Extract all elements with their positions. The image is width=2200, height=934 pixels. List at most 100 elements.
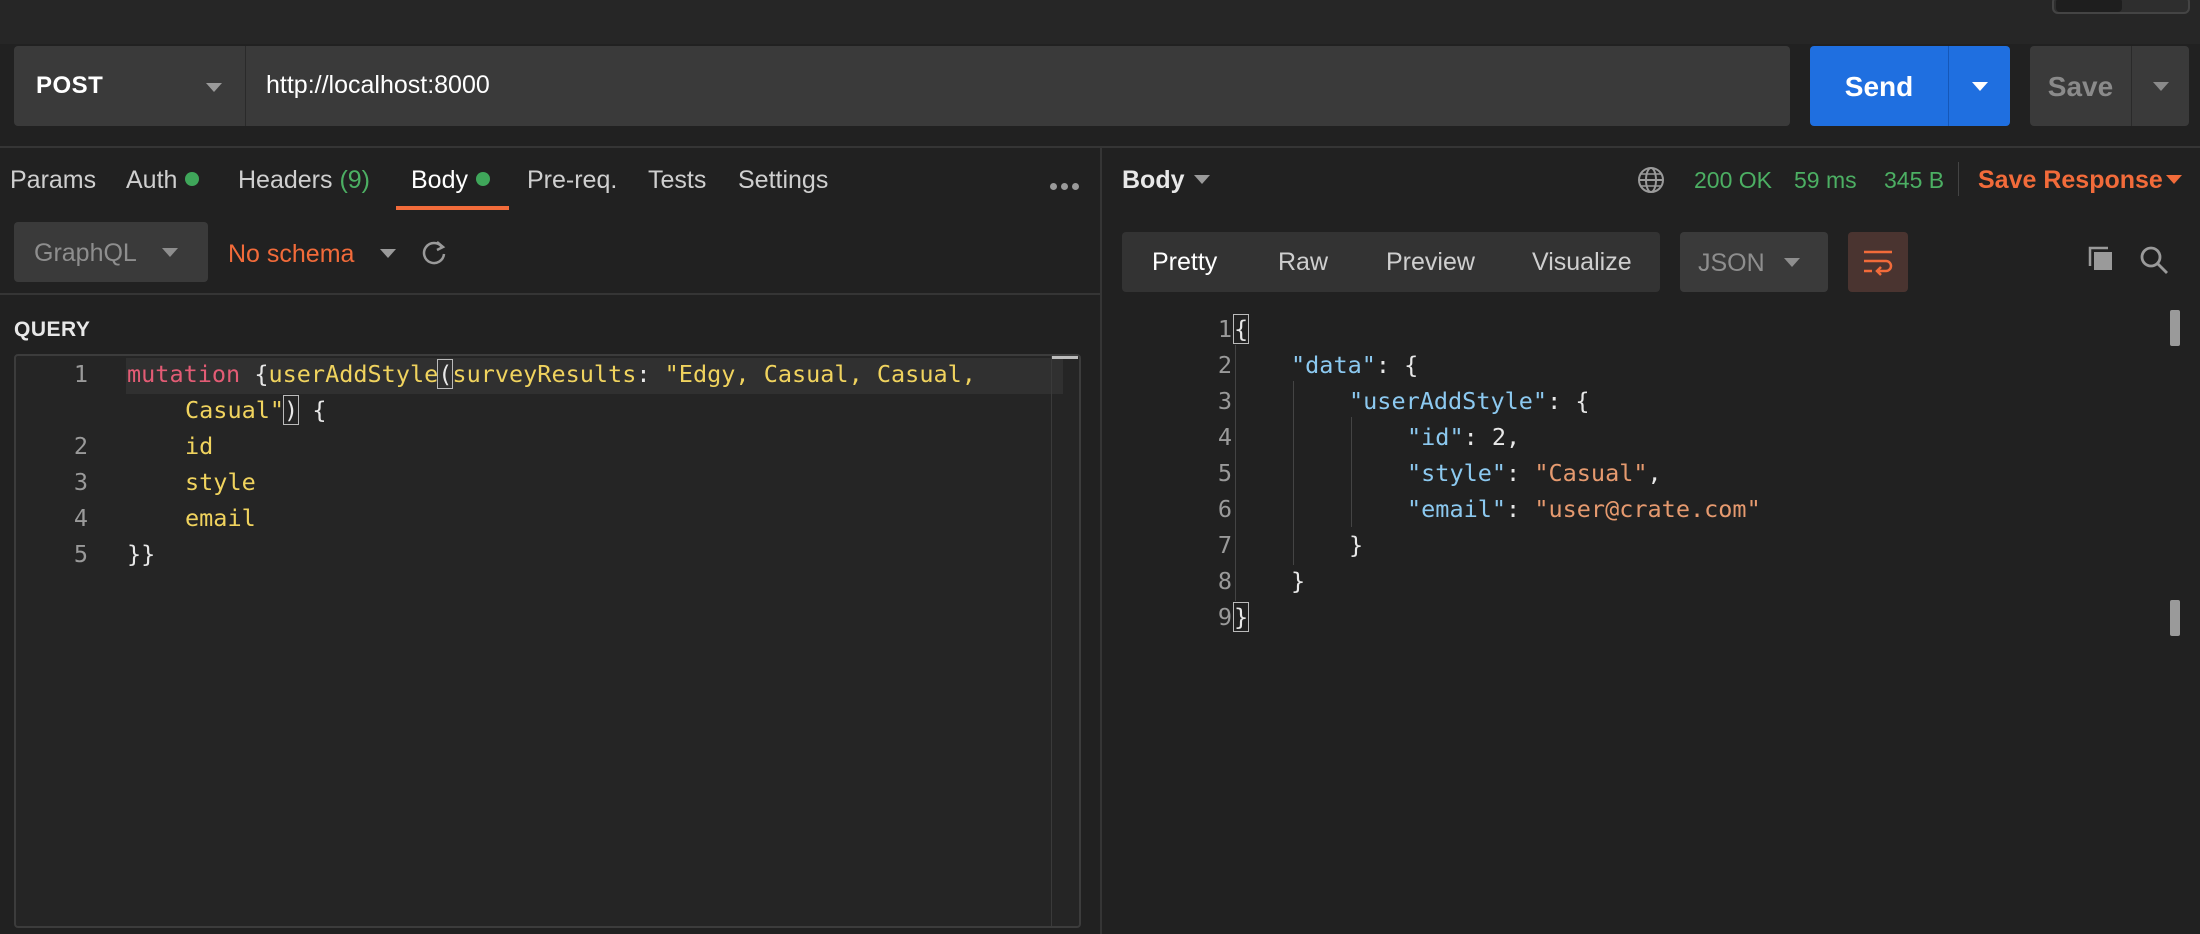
chevron-down-icon[interactable] — [1194, 175, 1210, 184]
wrap-lines-icon — [1864, 250, 1893, 276]
chevron-down-icon — [2153, 82, 2169, 91]
response-body-select[interactable]: Body — [1122, 166, 1185, 195]
field-name: id — [185, 432, 214, 460]
field-name: style — [185, 468, 256, 496]
code-line: "data": { — [1291, 351, 1419, 379]
body-mode-label: GraphQL — [34, 239, 137, 267]
status-code[interactable]: 200 OK — [1694, 167, 1772, 194]
method-select[interactable]: POST — [14, 46, 246, 126]
line-number: 2 — [73, 432, 88, 460]
json-key: "style" — [1407, 459, 1507, 487]
schema-select[interactable]: No schema — [228, 240, 354, 269]
query-label: QUERY — [14, 318, 91, 341]
tab-settings[interactable]: Settings — [738, 166, 828, 195]
arg-value: Casual" — [185, 396, 285, 424]
response-code: 1 { 2 "data": { 3 "userAddStyle": { 4 "i… — [1140, 311, 2140, 641]
chevron-down-icon — [1972, 82, 1988, 91]
line-number: 3 — [73, 468, 88, 496]
line-number: 5 — [73, 540, 88, 568]
line-number: 1 — [73, 360, 88, 388]
code-line: { — [1232, 314, 1250, 344]
closing-braces: }} — [127, 540, 156, 568]
tab-tests[interactable]: Tests — [648, 166, 706, 195]
status-dot-icon — [185, 172, 200, 186]
line-number: 9 — [1217, 603, 1232, 631]
tab-label: Auth — [126, 166, 178, 194]
pane-divider[interactable] — [1100, 146, 1102, 934]
code-line: } — [1291, 567, 1306, 595]
save-label: Save — [2047, 71, 2114, 102]
json-number: 2 — [1491, 423, 1507, 451]
tab-label: Params — [10, 166, 97, 194]
code-line: "style": "Casual", — [1407, 459, 1662, 487]
tab-pretty[interactable]: Pretty — [1152, 248, 1217, 277]
status-dot-icon — [475, 172, 490, 186]
send-options-button[interactable] — [1948, 46, 2010, 126]
chevron-down-icon[interactable] — [380, 249, 396, 258]
tab-pre-request[interactable]: Pre-req. — [527, 166, 617, 195]
format-label: JSON — [1698, 249, 1765, 277]
response-time[interactable]: 59 ms — [1794, 167, 1857, 194]
line-number: 5 — [1217, 459, 1232, 487]
divider — [0, 293, 1100, 295]
refresh-icon[interactable] — [420, 238, 448, 266]
scroll-thumb[interactable] — [1052, 356, 1078, 359]
chevron-down-icon — [1784, 258, 1800, 267]
indent-guide — [1351, 417, 1352, 527]
tab-body[interactable]: Body — [411, 166, 490, 195]
active-tab-indicator — [396, 206, 509, 210]
search-icon[interactable] — [2138, 244, 2170, 276]
json-key: "id" — [1407, 423, 1464, 451]
format-select[interactable]: JSON — [1680, 232, 1828, 292]
response-size[interactable]: 345 B — [1884, 167, 1944, 194]
function-name: userAddStyle — [268, 360, 439, 388]
tab-label: Body — [411, 166, 468, 194]
query-editor[interactable] — [14, 354, 1081, 928]
save-button[interactable]: Save — [2030, 46, 2131, 126]
line-number: 3 — [1217, 387, 1232, 415]
tab-headers[interactable]: Headers (9) — [238, 166, 370, 195]
more-options-icon[interactable] — [1050, 177, 1083, 195]
save-response-button[interactable]: Save Response — [1978, 166, 2163, 195]
query-code: 1 mutation {userAddStyle(surveyResults: … — [34, 356, 976, 788]
json-key: "userAddStyle" — [1349, 387, 1548, 415]
editor-scrollbar[interactable] — [1051, 356, 1079, 926]
tab-raw[interactable]: Raw — [1278, 248, 1328, 277]
code-line: } — [1349, 531, 1364, 559]
method-label: POST — [36, 72, 104, 99]
response-view-tabs: Pretty Raw Preview Visualize — [1122, 232, 1660, 292]
save-options-button[interactable] — [2131, 46, 2189, 126]
line-number: 4 — [73, 504, 88, 532]
tab-auth[interactable]: Auth — [126, 166, 200, 195]
line-number: 4 — [1217, 423, 1232, 451]
json-key: "data" — [1291, 351, 1376, 379]
body-mode-select[interactable]: GraphQL — [14, 222, 208, 282]
wrap-lines-button[interactable] — [1848, 232, 1908, 292]
chevron-down-icon — [162, 248, 178, 257]
headers-count: (9) — [339, 166, 371, 194]
json-string: "Casual" — [1534, 459, 1648, 487]
tab-params[interactable]: Params — [10, 166, 96, 195]
scroll-marker[interactable] — [2170, 600, 2180, 636]
line-number: 1 — [1217, 315, 1232, 343]
url-value: http://localhost:8000 — [266, 71, 490, 99]
tab-label: Headers — [238, 166, 333, 194]
field-name: email — [185, 504, 256, 532]
line-number: 6 — [1217, 495, 1232, 523]
arg-value: "Edgy, Casual, Casual, — [664, 360, 976, 388]
globe-icon[interactable] — [1636, 165, 1666, 195]
tab-label: Settings — [738, 166, 829, 194]
arg-name: surveyResults — [452, 360, 637, 388]
indent-guide — [1235, 345, 1236, 601]
chevron-down-icon[interactable] — [2166, 175, 2182, 184]
divider — [1958, 162, 1959, 196]
tab-label: Tests — [648, 166, 707, 194]
copy-icon[interactable] — [2086, 244, 2116, 274]
url-input[interactable]: http://localhost:8000 — [246, 46, 1790, 126]
send-button[interactable]: Send — [1810, 46, 1948, 126]
toggle-switch[interactable] — [2052, 0, 2190, 14]
scroll-marker[interactable] — [2170, 310, 2180, 346]
keyword: mutation — [127, 360, 241, 388]
tab-preview[interactable]: Preview — [1386, 248, 1475, 277]
tab-visualize[interactable]: Visualize — [1532, 248, 1632, 277]
